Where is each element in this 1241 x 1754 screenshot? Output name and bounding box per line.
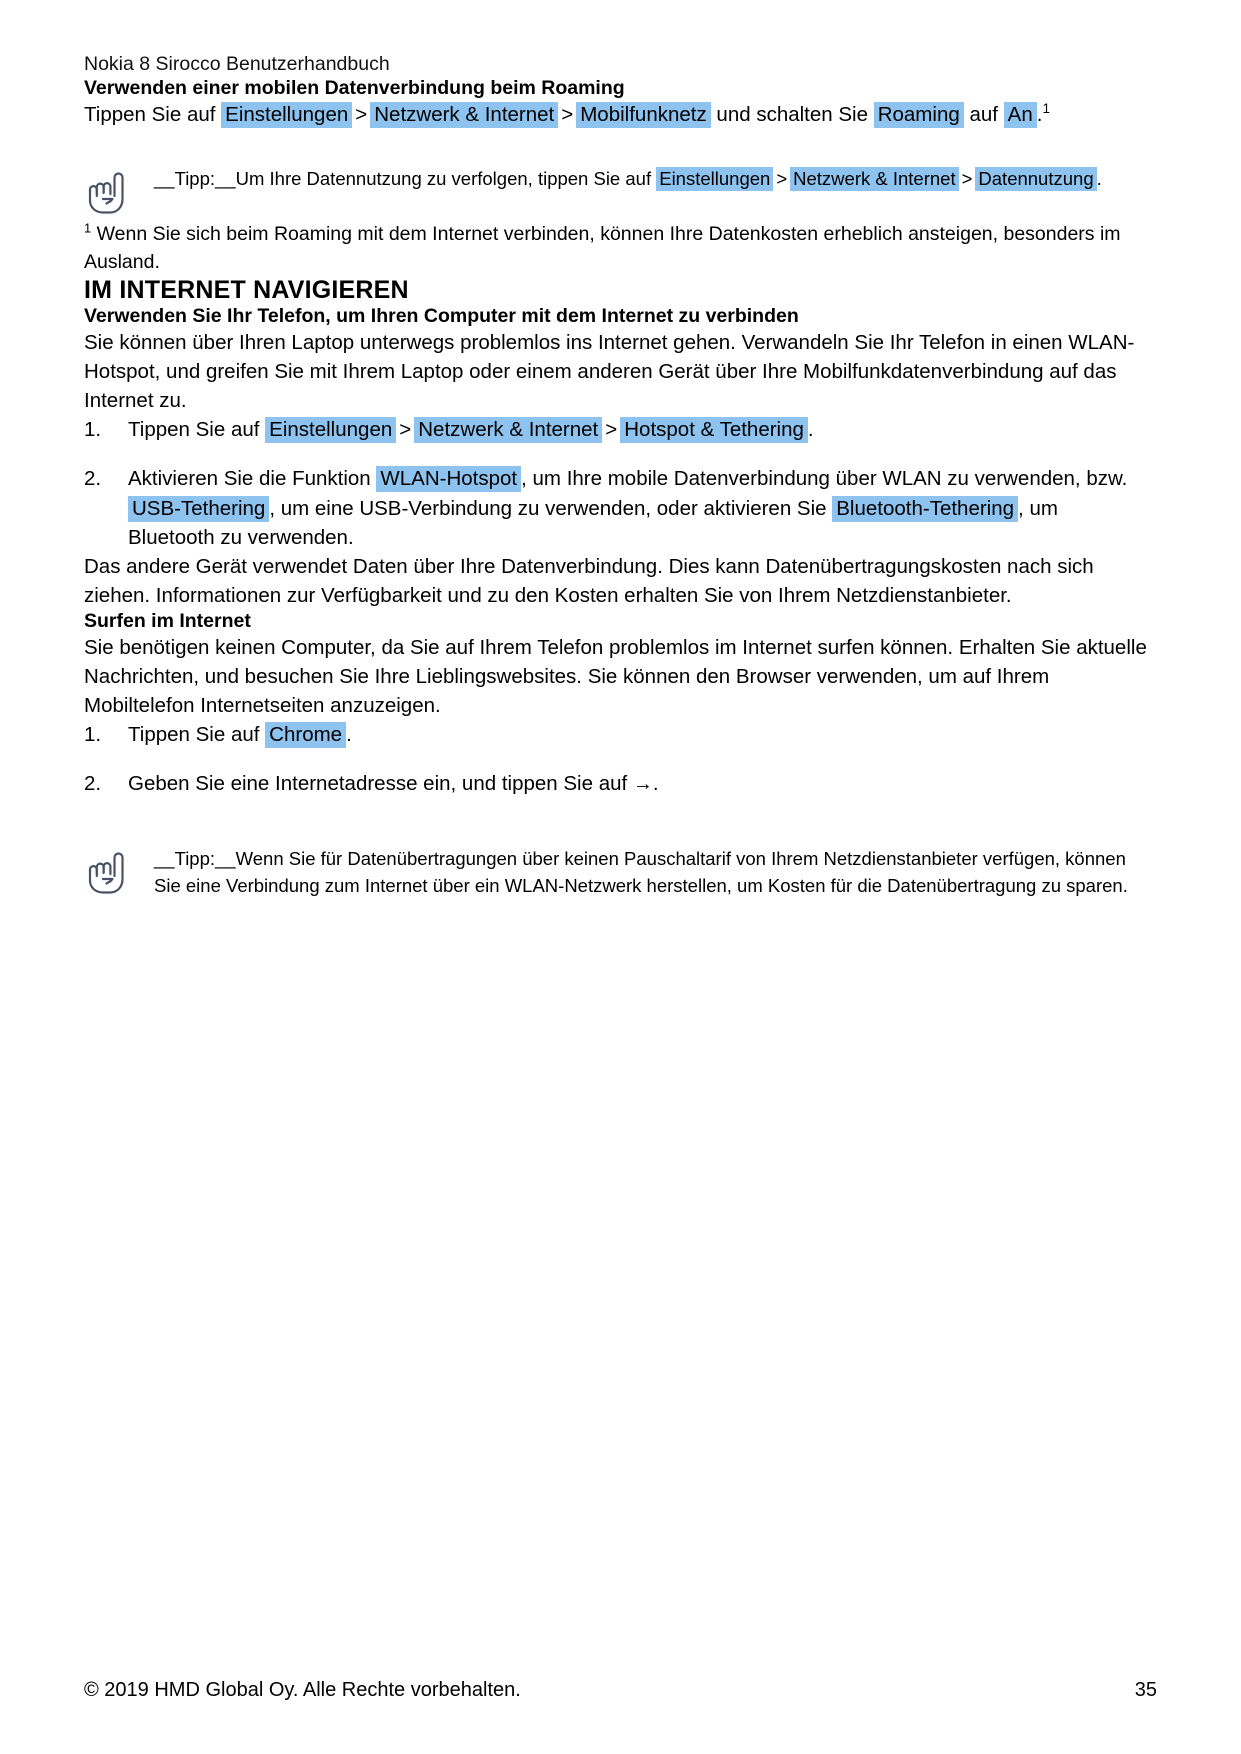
ui-path-einstellungen[interactable]: Einstellungen bbox=[656, 167, 774, 192]
list-item: 2. Geben Sie eine Internetadresse ein, u… bbox=[84, 769, 1149, 798]
path-separator: > bbox=[355, 103, 368, 127]
heading-tethering: Verwenden Sie Ihr Telefon, um Ihren Comp… bbox=[84, 305, 799, 328]
paragraph-roaming-instruction: Tippen Sie auf Einstellungen > Netzwerk & … bbox=[84, 100, 1149, 129]
step-lead: Tippen Sie auf bbox=[128, 723, 260, 747]
text-period: . bbox=[807, 418, 814, 442]
footnote-reference: 1 bbox=[1042, 101, 1050, 117]
step-text-part1: Aktivieren Sie die Funktion bbox=[128, 467, 371, 491]
ui-path-netzwerk-internet[interactable]: Netzwerk & Internet bbox=[790, 167, 959, 192]
tip-text: __Tipp:__Wenn Sie für Datenübertragungen… bbox=[138, 845, 1149, 899]
text-connector: auf bbox=[969, 103, 998, 127]
path-separator: > bbox=[605, 418, 618, 442]
ui-toggle-value-an[interactable]: An bbox=[1003, 102, 1037, 129]
heading-roaming: Verwenden einer mobilen Datenverbindung … bbox=[84, 77, 625, 100]
step-text-part3: , um eine USB-Verbindung zu verwenden, o… bbox=[269, 496, 827, 520]
ui-toggle-wlan-hotspot[interactable]: WLAN-Hotspot bbox=[376, 466, 522, 493]
footnote-text: Wenn Sie sich beim Roaming mit dem Inter… bbox=[84, 223, 1121, 273]
path-separator: > bbox=[961, 168, 973, 190]
text-period: . bbox=[652, 772, 659, 796]
tip-text-before: Um Ihre Datennutzung zu verfolgen, tippe… bbox=[235, 168, 652, 190]
step-number: 2. bbox=[84, 467, 102, 491]
step-number: 1. bbox=[84, 418, 102, 442]
step-text-part2: , um Ihre mobile Datenverbindung über WL… bbox=[521, 467, 1128, 491]
ui-app-chrome[interactable]: Chrome bbox=[265, 722, 347, 749]
ui-path-datennutzung[interactable]: Datennutzung bbox=[975, 167, 1097, 192]
text-period: . bbox=[346, 723, 352, 747]
list-item: 1. Tippen Sie auf Einstellungen > Netzwerk… bbox=[84, 415, 1149, 444]
tip-block-wlan-kosten: __Tipp:__Wenn Sie für Datenübertragungen… bbox=[84, 845, 1149, 901]
path-separator: > bbox=[776, 168, 788, 190]
ui-toggle-usb-tethering[interactable]: USB-Tethering bbox=[128, 495, 270, 522]
path-separator: > bbox=[561, 103, 574, 127]
ui-toggle-bluetooth-tethering[interactable]: Bluetooth-Tethering bbox=[832, 495, 1019, 522]
tip-text: __Tipp:__Um Ihre Datennutzung zu verfolg… bbox=[138, 165, 1149, 192]
text-middle: und schalten Sie bbox=[716, 103, 868, 127]
pointing-hand-icon bbox=[84, 845, 138, 901]
step-number: 2. bbox=[84, 772, 102, 796]
step-number: 1. bbox=[84, 723, 102, 747]
page-number: 35 bbox=[1134, 1679, 1157, 1701]
tip-label: __Tipp:__ bbox=[154, 847, 236, 869]
ui-path-mobilfunknetz[interactable]: Mobilfunknetz bbox=[576, 102, 711, 129]
tip-text-body: Wenn Sie für Datenübertragungen über kei… bbox=[154, 847, 1128, 896]
ui-path-netzwerk-internet[interactable]: Netzwerk & Internet bbox=[370, 102, 559, 129]
heading-browsing: Surfen im Internet bbox=[84, 610, 251, 633]
ui-path-einstellungen[interactable]: Einstellungen bbox=[221, 102, 353, 129]
ui-path-einstellungen[interactable]: Einstellungen bbox=[265, 417, 397, 444]
running-header: Nokia 8 Sirocco Benutzerhandbuch bbox=[84, 53, 390, 75]
ui-path-hotspot-tethering[interactable]: Hotspot & Tethering bbox=[620, 417, 808, 444]
step-lead: Tippen Sie auf bbox=[128, 418, 260, 442]
page-content: Nokia 8 Sirocco Benutzerhandbuch Verwend… bbox=[84, 0, 1149, 901]
footnote-roaming: 1 Wenn Sie sich beim Roaming mit dem Int… bbox=[84, 221, 1149, 276]
steps-browsing: 1. Tippen Sie auf Chrome. 2. Geben Sie e… bbox=[84, 720, 1149, 799]
footnote-marker: 1 bbox=[84, 220, 92, 236]
copyright-notice: © 2019 HMD Global Oy. Alle Rechte vorbeh… bbox=[84, 1679, 521, 1701]
document-page: Nokia 8 Sirocco Benutzerhandbuch Verwend… bbox=[0, 0, 1241, 1754]
text-period: . bbox=[1096, 168, 1102, 190]
paragraph-tethering-outro: Das andere Gerät verwendet Daten über Ih… bbox=[84, 554, 1094, 607]
ui-toggle-roaming[interactable]: Roaming bbox=[873, 102, 964, 129]
paragraph-tethering-intro: Sie können über Ihren Laptop unterwegs p… bbox=[84, 331, 1135, 413]
path-separator: > bbox=[399, 418, 412, 442]
steps-tethering: 1. Tippen Sie auf Einstellungen > Netzwerk… bbox=[84, 415, 1149, 551]
pointing-hand-icon bbox=[84, 165, 138, 221]
tip-block-datennutzung: __Tipp:__Um Ihre Datennutzung zu verfolg… bbox=[84, 165, 1149, 221]
arrow-right-icon: → bbox=[632, 773, 653, 796]
page-footer: © 2019 HMD Global Oy. Alle Rechte vorbeh… bbox=[84, 1679, 1157, 1702]
list-item: 1. Tippen Sie auf Chrome. bbox=[84, 720, 1149, 749]
page-title: IM INTERNET NAVIGIEREN bbox=[84, 276, 409, 305]
step-text: Geben Sie eine Internetadresse ein, und … bbox=[128, 772, 628, 796]
tip-label: __Tipp:__ bbox=[154, 168, 236, 190]
text-lead: Tippen Sie auf bbox=[84, 103, 216, 127]
ui-path-netzwerk-internet[interactable]: Netzwerk & Internet bbox=[414, 417, 603, 444]
list-item: 2. Aktivieren Sie die Funktion WLAN-Hots… bbox=[84, 464, 1149, 551]
paragraph-browsing-intro: Sie benötigen keinen Computer, da Sie au… bbox=[84, 636, 1147, 718]
